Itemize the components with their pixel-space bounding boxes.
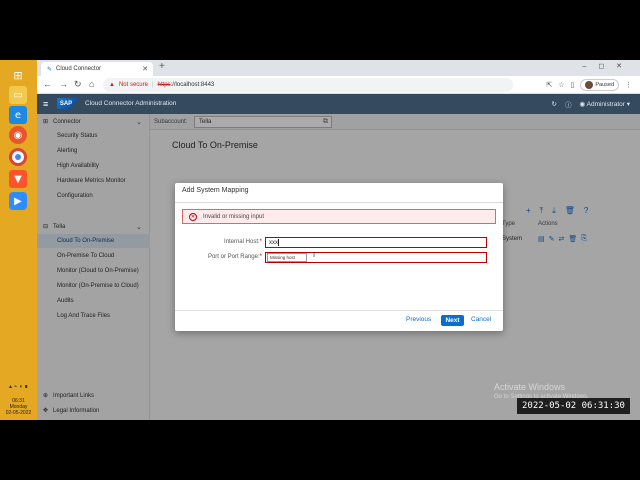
firefox-icon[interactable]: ◉ (9, 126, 27, 144)
home-icon[interactable]: ⌂ (89, 79, 94, 89)
user-name: Administrator (586, 101, 625, 108)
profile-button[interactable]: Paused (580, 79, 619, 91)
tab-favicon-icon: ✎ (47, 66, 53, 73)
app-title: Cloud Connector Administration (85, 100, 177, 107)
browser-tab[interactable]: ✎ Cloud Connector ✕ (41, 62, 153, 76)
brave-icon[interactable]: ▼ (9, 170, 27, 188)
menu-kebab-icon[interactable]: ⋮ (625, 81, 632, 89)
internal-host-input[interactable]: xxx (265, 237, 487, 248)
add-system-mapping-dialog: Add System Mapping ✕ Invalid or missing … (175, 183, 503, 331)
windows-start-icon[interactable]: ⊞ (9, 66, 27, 84)
validation-tooltip: Missing host (267, 253, 307, 262)
address-bar: ← → ↻ ⌂ ▲ Not secure | https://localhost… (37, 76, 640, 94)
user-menu[interactable]: ◉ Administrator ▾ (580, 100, 631, 108)
sidepanel-icon[interactable]: ▯ (570, 81, 574, 89)
video-timestamp: 2022-05-02 06:31:30 (517, 398, 630, 414)
header-actions: ↻ ⓘ ◉ Administrator ▾ (552, 99, 630, 109)
port-range-label: Port or Port Range:* (207, 254, 262, 260)
dialog-title: Add System Mapping (182, 187, 249, 194)
browser-toolbar-right: ⇱ ☆ ▯ Paused ⋮ (546, 79, 632, 91)
refresh-icon[interactable]: ↻ (552, 100, 557, 108)
bookmark-star-icon[interactable]: ☆ (558, 81, 564, 89)
system-tray[interactable]: ▴ ⌁ ◖ ∎ (0, 383, 37, 390)
reload-icon[interactable]: ↻ (74, 79, 82, 90)
internal-host-label: Internal Host:* (223, 239, 262, 245)
close-tab-icon[interactable]: ✕ (142, 65, 148, 73)
error-message: Invalid or missing input (203, 213, 265, 220)
tab-title: Cloud Connector (56, 66, 102, 72)
cancel-button[interactable]: Cancel (471, 316, 491, 323)
divider (175, 202, 503, 203)
share-icon[interactable]: ⇱ (546, 81, 552, 89)
forward-icon[interactable]: → (59, 79, 68, 89)
chrome-icon[interactable] (9, 148, 27, 166)
screen: ⊞ ▭ e ◉ ▼ ▶ ▴ ⌁ ◖ ∎ 06:31 Monday 02-05-2… (0, 60, 640, 420)
url-scheme: https (157, 82, 171, 88)
window-controls[interactable]: –◻✕ (582, 62, 634, 70)
file-explorer-icon[interactable]: ▭ (9, 86, 27, 104)
hamburger-menu-icon[interactable]: ≡ (43, 99, 48, 109)
browser-window: ✎ Cloud Connector ✕ + –◻✕ ← → ↻ ⌂ ▲ Not … (37, 60, 640, 420)
activate-windows-watermark: Activate Windows (494, 382, 566, 392)
sap-logo: SAP (57, 98, 79, 109)
error-icon: ✕ (189, 212, 197, 221)
taskbar-clock[interactable]: 06:31 Monday 02-05-2022 (0, 398, 37, 416)
avatar (585, 81, 594, 89)
profile-status: Paused (595, 82, 614, 88)
windows-taskbar: ⊞ ▭ e ◉ ▼ ▶ ▴ ⌁ ◖ ∎ 06:31 Monday 02-05-2… (0, 60, 37, 420)
label-text: Port or Port Range: (207, 254, 260, 260)
internet-explorer-icon[interactable]: e (9, 106, 27, 124)
back-icon[interactable]: ← (43, 79, 52, 89)
dialog-footer: Previous Next Cancel (175, 310, 503, 331)
next-button[interactable]: Next (441, 315, 464, 326)
url-host: ://localhost:8443 (170, 82, 215, 88)
app-header: ≡ SAP Cloud Connector Administration ↻ ⓘ… (37, 94, 640, 114)
not-secure-label[interactable]: Not secure (119, 82, 148, 88)
help-icon[interactable]: ⓘ (565, 99, 572, 109)
zoom-icon[interactable]: ▶ (9, 192, 27, 210)
new-tab-button[interactable]: + (159, 61, 165, 72)
tab-strip: ✎ Cloud Connector ✕ + –◻✕ (37, 60, 640, 76)
text-cursor-icon: I (313, 251, 316, 259)
url-input[interactable]: ▲ Not secure | https://localhost:8443 (103, 78, 513, 92)
error-message-strip: ✕ Invalid or missing input (182, 209, 496, 224)
previous-button[interactable]: Previous (406, 316, 431, 323)
input-value: xxx (269, 239, 278, 246)
url-text: https://localhost:8443 (158, 82, 215, 88)
label-text: Internal Host: (223, 239, 260, 245)
warning-icon[interactable]: ▲ (109, 82, 115, 88)
clock-date: 02-05-2022 (5, 410, 32, 416)
